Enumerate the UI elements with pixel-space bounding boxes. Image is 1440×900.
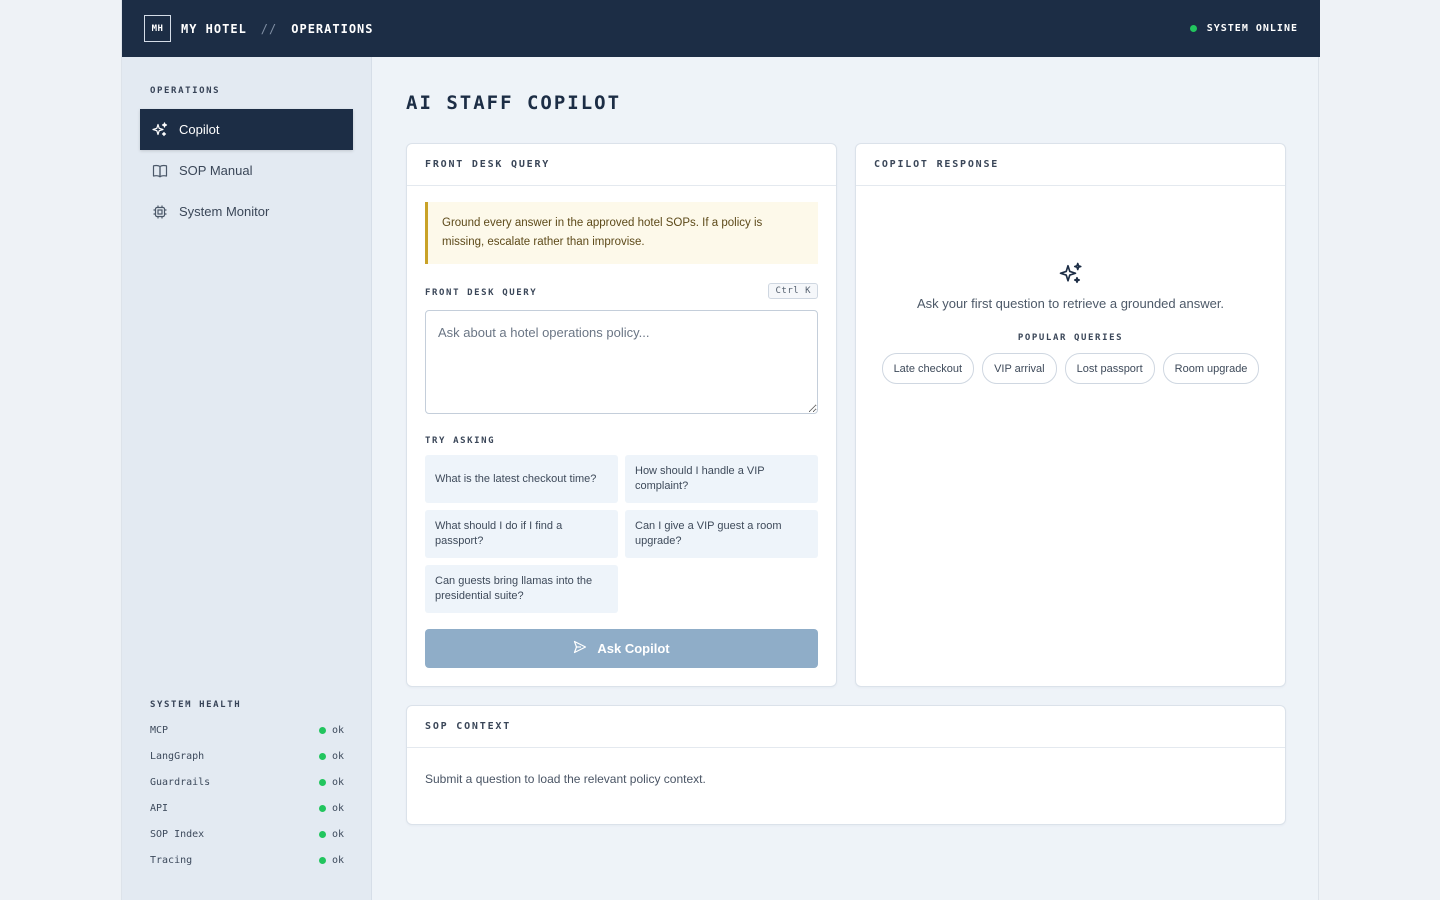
health-name: API [150,802,169,814]
ask-copilot-label: Ask Copilot [597,641,670,656]
system-health-heading: SYSTEM HEALTH [150,700,242,710]
card-header: SOP CONTEXT [407,706,1285,748]
health-row-api: API ok [150,795,344,821]
sidebar-item-copilot[interactable]: Copilot [140,109,353,150]
status-dot-icon [1189,25,1197,32]
sop-context-card: SOP CONTEXT Submit a question to load th… [406,705,1286,825]
book-icon [152,163,168,179]
app-frame: MH MY HOTEL // OPERATIONS SYSTEM ONLINE … [121,0,1320,900]
popular-query-chip[interactable]: VIP arrival [982,353,1057,384]
top-bar: MH MY HOTEL // OPERATIONS SYSTEM ONLINE [122,0,1320,57]
suggestion-grid: What is the latest checkout time? How sh… [425,455,818,613]
popular-query-chip[interactable]: Room upgrade [1162,353,1260,384]
breadcrumb-separator: // [260,21,278,36]
sidebar-heading: OPERATIONS [150,86,221,96]
page-title: AI STAFF COPILOT [406,92,622,114]
system-health-list: MCP ok LangGraph ok Guardrails ok API ok… [150,717,344,873]
empty-state: Ask your first question to retrieve a gr… [856,262,1285,384]
health-name: LangGraph [150,750,205,762]
status-dot-icon [318,804,326,812]
sidebar-item-sop-manual[interactable]: SOP Manual [140,150,353,191]
popular-queries: Late checkout VIP arrival Lost passport … [856,353,1285,384]
suggestion-item[interactable]: How should I handle a VIP complaint? [625,455,818,503]
sidebar-nav: Copilot SOP Manual System Monitor [140,109,353,232]
card-header: FRONT DESK QUERY [407,144,836,186]
sparkles-icon [856,262,1285,286]
status-dot-icon [318,778,326,786]
health-status-label: ok [331,802,344,814]
logo: MH [144,15,171,42]
query-input[interactable] [425,310,818,414]
health-name: Tracing [150,854,193,866]
sop-context-message: Submit a question to load the relevant p… [425,772,706,786]
status-dot-icon [318,726,326,734]
sidebar-item-system-monitor[interactable]: System Monitor [140,191,353,232]
suggestion-item[interactable]: What is the latest checkout time? [425,455,618,503]
sidebar: OPERATIONS Copilot SOP Manual System Mon… [122,57,372,900]
health-name: MCP [150,724,169,736]
sidebar-item-label: SOP Manual [179,163,253,178]
popular-queries-label: POPULAR QUERIES [1017,333,1124,343]
system-status: SYSTEM ONLINE [1189,23,1298,34]
status-dot-icon [318,830,326,838]
health-status: ok [318,828,344,840]
send-icon [573,640,587,657]
popular-query-chip[interactable]: Late checkout [881,353,975,384]
empty-state-message: Ask your first question to retrieve a gr… [916,296,1225,311]
sidebar-item-label: System Monitor [179,204,270,219]
health-status: ok [318,750,344,762]
keyboard-shortcut-badge: Ctrl K [768,283,818,299]
status-dot-icon [318,856,326,864]
health-name: SOP Index [150,828,205,840]
health-row-mcp: MCP ok [150,717,344,743]
health-row-sop-index: SOP Index ok [150,821,344,847]
sparkles-icon [152,121,168,138]
suggestion-item[interactable]: Can guests bring llamas into the preside… [425,565,618,613]
sidebar-item-label: Copilot [179,122,220,137]
health-status-label: ok [331,854,344,866]
health-status: ok [318,854,344,866]
health-row-tracing: Tracing ok [150,847,344,873]
suggestion-item[interactable]: Can I give a VIP guest a room upgrade? [625,510,818,558]
health-status-label: ok [331,750,344,762]
cpu-chip-icon [152,204,168,220]
status-dot-icon [318,752,326,760]
health-row-guardrails: Guardrails ok [150,769,344,795]
breadcrumb-section: OPERATIONS [291,21,374,36]
suggestion-item[interactable]: What should I do if I find a passport? [425,510,618,558]
health-status: ok [318,776,344,788]
health-status-label: ok [331,724,344,736]
card-header: COPILOT RESPONSE [856,144,1285,186]
health-status: ok [318,724,344,736]
policy-notice: Ground every answer in the approved hote… [425,202,818,264]
front-desk-query-card: FRONT DESK QUERY Ground every answer in … [406,143,837,687]
system-status-label: SYSTEM ONLINE [1206,23,1298,34]
popular-query-chip[interactable]: Lost passport [1064,353,1155,384]
query-field-label: FRONT DESK QUERY [425,288,538,298]
health-status-label: ok [331,776,344,788]
ask-copilot-button[interactable]: Ask Copilot [425,629,818,668]
health-name: Guardrails [150,776,211,788]
copilot-response-card: COPILOT RESPONSE Ask your first question… [855,143,1286,687]
health-row-langgraph: LangGraph ok [150,743,344,769]
health-status: ok [318,802,344,814]
brand-name[interactable]: MY HOTEL [181,22,247,36]
health-status-label: ok [331,828,344,840]
try-asking-label: TRY ASKING [425,436,496,446]
